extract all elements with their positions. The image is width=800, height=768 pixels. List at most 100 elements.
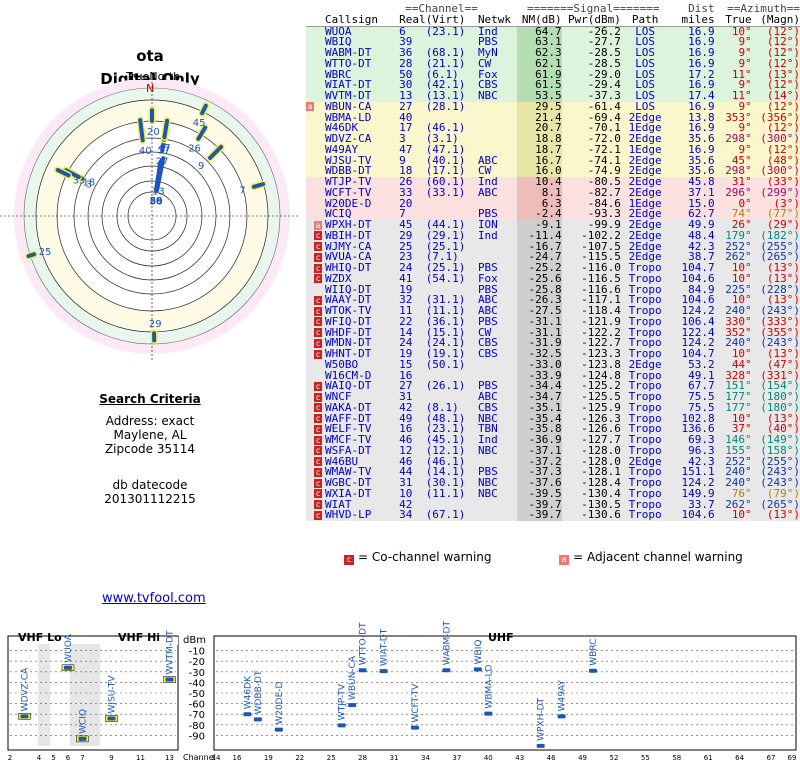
uhf-channel-tick: 37	[452, 754, 461, 762]
uhf-channel-tick: 40	[484, 754, 493, 762]
network-cell: Ind	[477, 228, 498, 242]
vhf-channel-tick: 7	[80, 754, 84, 762]
azimuth-true-cell: 10°	[731, 508, 752, 522]
spectrum-bar-label: W20DE-D	[275, 681, 285, 724]
co-channel-warning-badge: c	[314, 263, 322, 273]
co-channel-warning-badge: c	[314, 338, 322, 348]
spectrum-bar	[536, 743, 545, 748]
uhf-label: UHF	[488, 631, 514, 644]
virtual-channel-cell: (54.1)	[425, 271, 466, 285]
station-channel-label: 26	[188, 143, 201, 154]
station-marker	[26, 252, 37, 259]
dbm-tick-label: -20	[189, 657, 205, 668]
co-channel-warning-badge: c	[314, 446, 322, 456]
dbm-tick-label: -70	[189, 710, 205, 721]
co-channel-warning-badge: c	[314, 403, 322, 413]
network-cell: NBC	[477, 89, 498, 102]
vhf-hi-label: VHF Hi	[118, 631, 160, 644]
uhf-channel-tick: 31	[390, 754, 399, 762]
adjacent-channel-warning-badge: a	[314, 220, 322, 230]
adjacent-channel-warning-badge: a	[306, 102, 314, 112]
callsign-cell: WUOA	[325, 24, 352, 38]
virtual-channel-cell: (50.1)	[425, 357, 466, 371]
callsign-cell: W20DE-D	[325, 196, 372, 210]
north-marker: N	[146, 82, 154, 95]
distance-cell: 104.6	[681, 508, 715, 522]
page-title: ota	[136, 47, 164, 65]
co-channel-warning-badge: c	[314, 274, 322, 284]
co-channel-warning-badge: c	[314, 231, 322, 241]
co-channel-warning-badge: c	[314, 306, 322, 316]
dbm-tick-label: -10	[189, 647, 205, 658]
spectrum-bar-label: WCIQ	[79, 709, 89, 734]
co-channel-warning-badge: c	[314, 242, 322, 251]
spectrum-bar-label: WDBB-DT	[254, 670, 264, 714]
virtual-channel-cell	[426, 199, 478, 210]
virtual-channel-cell: (23.1)	[425, 24, 466, 38]
spectrum-bar	[243, 712, 252, 717]
co-channel-warning-badge: c	[314, 392, 322, 402]
uhf-channel-tick: 14	[212, 754, 221, 762]
real-channel-cell: 34	[399, 508, 413, 522]
spectrum-bar	[484, 711, 493, 716]
uhf-channel-tick: 19	[264, 754, 273, 762]
dbm-tick-label: -90	[189, 731, 205, 742]
network-cell	[478, 510, 517, 521]
spectrum-bar-label: W49AY	[558, 680, 568, 712]
spectrum-bar-label: WUOA	[64, 633, 74, 662]
search-city: Maylene, AL	[113, 428, 187, 442]
search-criteria-heading: Search Criteria	[99, 392, 201, 406]
co-channel-warning-badge: c	[314, 252, 322, 262]
spectrum-bar-label: WJSU-TV	[108, 675, 118, 714]
dbm-label: dBm	[183, 635, 206, 646]
network-cell: ABC	[477, 185, 498, 199]
network-cell	[478, 123, 517, 134]
col-callsign: Callsign	[325, 12, 378, 26]
station-channel-label: 27	[156, 157, 169, 168]
spectrum-bar	[557, 714, 566, 719]
station-channel-label: 13	[152, 186, 165, 197]
spectrum-bar	[410, 725, 419, 730]
spectrum-bar-label: WBIQ	[474, 640, 484, 665]
network-cell	[478, 134, 517, 145]
network-cell	[478, 102, 517, 113]
spectrum-bar	[253, 717, 262, 722]
uhf-channel-tick: 64	[735, 754, 744, 762]
station-marker	[162, 118, 170, 140]
spectrum-bar-label: WBMA-LD	[484, 665, 494, 709]
spectrum-chart: VHF Lo VHF Hi UHFdBm-10-20-30-40-50-60-70-…	[7, 621, 797, 762]
station-channel-label: 7	[239, 186, 245, 197]
dbm-tick-label: -50	[189, 689, 205, 700]
network-cell: NBC	[477, 486, 498, 500]
uhf-channel-tick: 43	[515, 754, 524, 762]
tvfool-link[interactable]: www.tvfool.com	[102, 591, 206, 606]
co-channel-warning-badge: c	[314, 478, 322, 488]
adjacent-channel-legend: = Adjacent channel warning	[573, 550, 743, 564]
uhf-channel-tick: 34	[421, 754, 430, 762]
search-zip: Zipcode 35114	[104, 442, 196, 456]
callsign-cell: WTTO-DT	[325, 56, 372, 70]
network-cell	[478, 113, 517, 124]
virtual-channel-cell: (67.1)	[425, 508, 466, 522]
vhf-channel-tick: 9	[109, 754, 113, 762]
spectrum-bar-label: WTJP-TV	[338, 683, 348, 720]
spectrum-bar	[473, 667, 482, 672]
station-channel-label: 29	[149, 319, 162, 330]
spectrum-bar	[589, 668, 598, 673]
virtual-channel-cell: (26.1)	[425, 379, 466, 393]
network-cell	[478, 242, 517, 253]
uhf-channel-tick: 52	[610, 754, 619, 762]
table-row[interactable]: WHVD-LP 34 (67.1) -39.7 -130.6 Tropo 104.6 10°(…	[306, 508, 800, 522]
station-channel-label: 45	[193, 118, 206, 129]
spectrum-bar-label: WVTM-DT	[166, 630, 176, 674]
spectrum-bar-label: WDVZ-CA	[21, 667, 31, 711]
station-table: ==Channel== =======Signal======= Dist ==…	[306, 3, 800, 522]
uhf-channel-tick: 46	[547, 754, 556, 762]
uhf-channel-tick: 49	[578, 754, 587, 762]
left-panel: ota Digital Only TrueNorth N 6 39 36 28 50 30 1…	[0, 0, 300, 560]
co-channel-warning-badge: c	[314, 510, 322, 520]
warning-legend: c = Co-channel warning a = Adjacent channe…	[344, 550, 743, 565]
co-channel-warning-badge: c	[314, 500, 322, 509]
spectrum-bar-label: WTTO-DT	[359, 622, 369, 665]
db-datecode-label: db datecode	[112, 478, 188, 492]
